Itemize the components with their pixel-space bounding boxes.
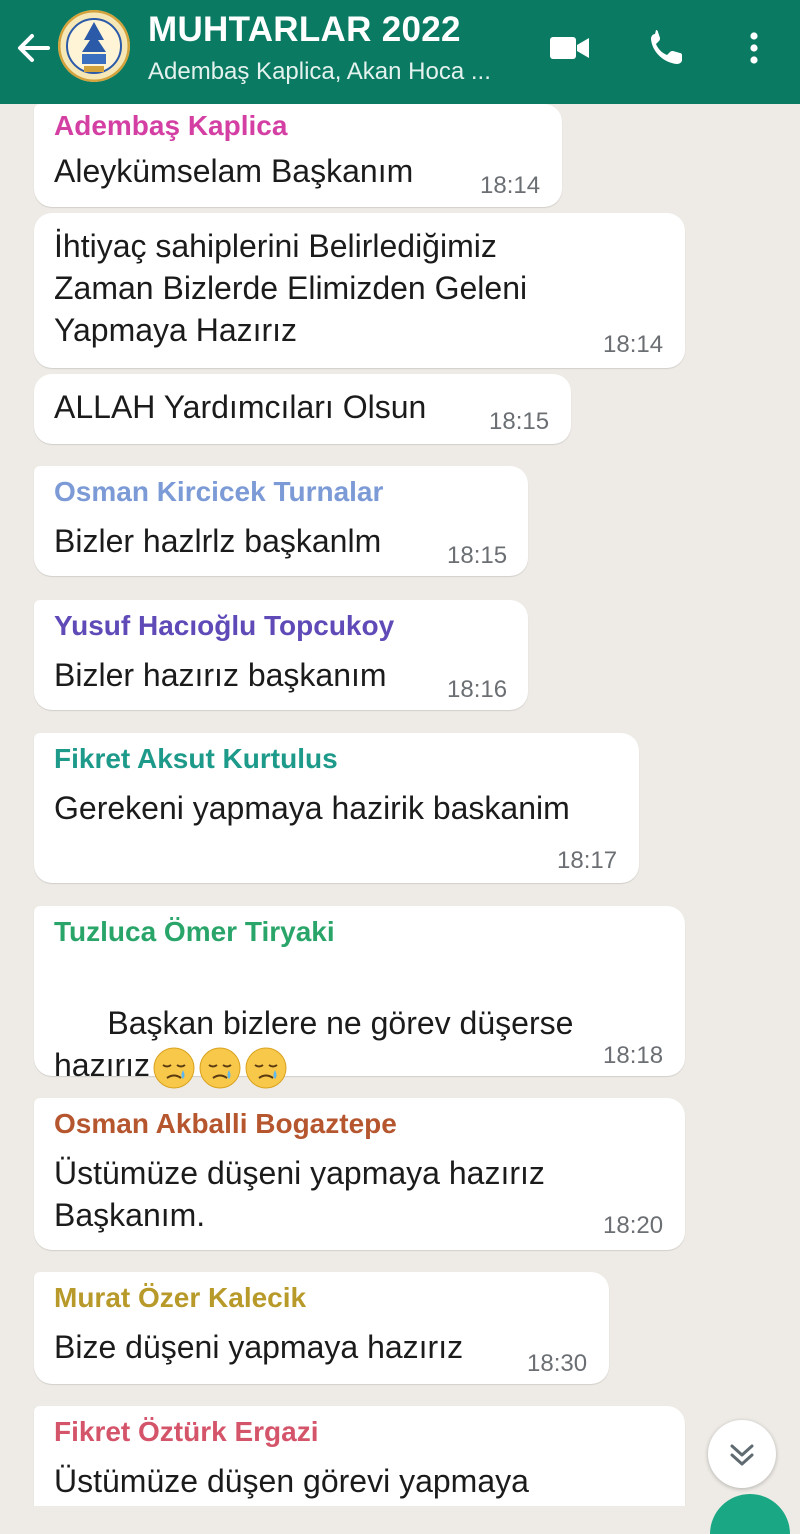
message-time: 18:17 [557, 847, 618, 874]
more-options-icon[interactable] [736, 28, 772, 68]
voice-call-icon[interactable] [646, 28, 690, 68]
message-bubble[interactable]: Adembaş Kaplica Aleykümselam Başkanım 18… [34, 104, 562, 207]
message-text: Üstümüze düşeni yapmaya hazırız Başkanım… [54, 1155, 545, 1233]
message-text: Bize düşeni yapmaya hazırız [54, 1329, 464, 1365]
message-text: Bizler hazlrlz başkanlm [54, 523, 382, 559]
message-bubble[interactable]: İhtiyaç sahiplerini Belirlediğimiz Zaman… [34, 213, 685, 368]
message-time: 18:15 [447, 542, 508, 569]
message-bubble[interactable]: Osman Akballi Bogaztepe Üstümüze düşeni … [34, 1098, 685, 1250]
back-arrow-icon[interactable] [12, 28, 56, 68]
message-sender: Yusuf Hacıoğlu Topcukoy [54, 610, 395, 641]
message-time: 18:14 [480, 172, 541, 199]
message-list[interactable]: Adembaş Kaplica Aleykümselam Başkanım 18… [0, 104, 800, 1506]
message-text: Üstümüze düşen görevi yapmaya [54, 1463, 529, 1499]
video-call-icon[interactable] [548, 28, 592, 68]
message-bubble[interactable]: Tuzluca Ömer Tiryaki Başkan bizlere ne g… [34, 906, 685, 1089]
message-bubble[interactable]: Fikret Aksut Kurtulus Gerekeni yapmaya h… [34, 733, 639, 883]
group-avatar[interactable] [58, 10, 130, 82]
message-text-body: Başkan bizlere ne görev düşerse hazırız [54, 1005, 574, 1083]
message-time: 18:30 [527, 1350, 588, 1377]
scroll-to-bottom-button[interactable] [708, 1420, 776, 1488]
chat-header: MUHTARLAR 2022 Adembaş Kaplica, Akan Hoc… [0, 0, 800, 104]
message-text: Gerekeni yapmaya hazirik baskanim [54, 790, 570, 826]
crying-face-emoji [153, 1047, 195, 1089]
group-title[interactable]: MUHTARLAR 2022 [148, 10, 461, 50]
crying-face-emoji [199, 1047, 241, 1089]
message-sender: Tuzluca Ömer Tiryaki [54, 916, 335, 947]
group-members-subtitle[interactable]: Adembaş Kaplica, Akan Hoca ... [148, 58, 491, 86]
message-text: ALLAH Yardımcıları Olsun [54, 389, 427, 425]
crying-face-emoji [245, 1047, 287, 1089]
message-bubble[interactable]: Yusuf Hacıoğlu Topcukoy Bizler hazırız b… [34, 600, 528, 710]
message-sender: Fikret Öztürk Ergazi [54, 1416, 319, 1447]
double-chevron-down-icon [730, 1444, 754, 1466]
message-sender: Murat Özer Kalecik [54, 1282, 307, 1313]
message-time: 18:16 [447, 676, 508, 703]
message-text: İhtiyaç sahiplerini Belirlediğimiz Zaman… [54, 228, 528, 348]
message-time: 18:15 [489, 408, 550, 435]
message-bubble[interactable]: Fikret Öztürk Ergazi Üstümüze düşen göre… [34, 1406, 685, 1506]
message-time: 18:18 [603, 1042, 664, 1069]
message-bubble[interactable]: ALLAH Yardımcıları Olsun 18:15 [34, 374, 571, 444]
message-sender: Osman Akballi Bogaztepe [54, 1108, 397, 1139]
message-time: 18:14 [603, 331, 664, 358]
message-bubble[interactable]: Osman Kircicek Turnalar Bizler hazlrlz b… [34, 466, 528, 576]
message-sender: Osman Kircicek Turnalar [54, 476, 384, 507]
message-sender: Adembaş Kaplica [54, 110, 288, 141]
crying-face-emoji-group [150, 1047, 288, 1089]
message-time: 18:20 [603, 1212, 664, 1239]
message-bubble[interactable]: Murat Özer Kalecik Bize düşeni yapmaya h… [34, 1272, 609, 1384]
message-text: Aleykümselam Başkanım [54, 153, 414, 189]
message-sender: Fikret Aksut Kurtulus [54, 743, 338, 774]
message-text: Bizler hazırız başkanım [54, 657, 387, 693]
